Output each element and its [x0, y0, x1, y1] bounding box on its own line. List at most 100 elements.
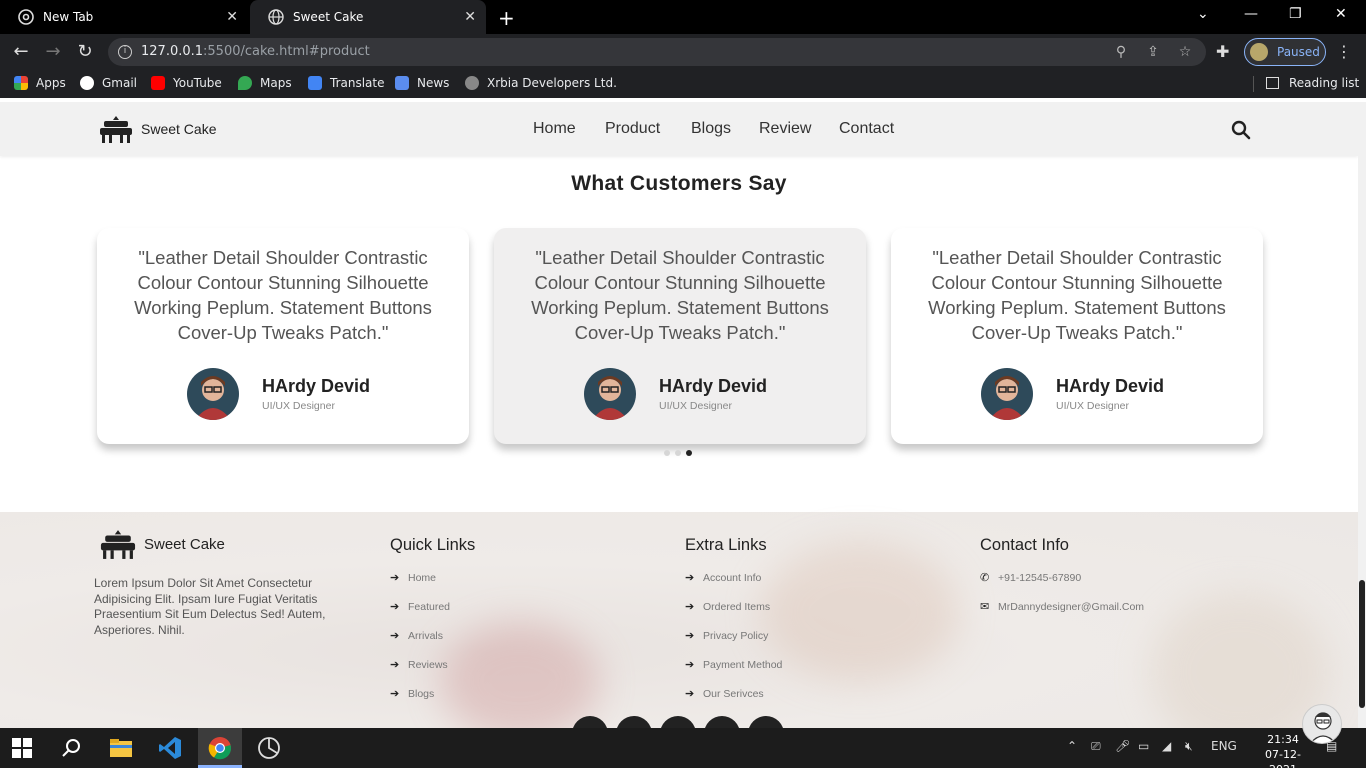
globe-icon — [465, 76, 479, 90]
footer-link-reviews[interactable]: ➔ Reviews — [390, 658, 448, 672]
webcam-overlay — [1302, 704, 1342, 744]
arrow-right-icon: ➔ — [685, 659, 695, 671]
minimize-button[interactable]: — — [1244, 6, 1258, 22]
system-clock[interactable]: 21:34 07-12-2021 — [1254, 732, 1312, 768]
file-explorer-icon[interactable] — [109, 736, 133, 760]
chrome-icon — [18, 9, 34, 25]
review-quote: "Leather Detail Shoulder Contrastic Colo… — [928, 247, 1226, 343]
footer-link-ordered-items[interactable]: ➔ Ordered Items — [685, 600, 771, 614]
bookmark-label: Apps — [36, 76, 66, 90]
wifi-icon[interactable]: ◢ — [1162, 739, 1171, 753]
footer-link-blogs[interactable]: ➔ Blogs — [390, 687, 434, 701]
nav-contact[interactable]: Contact — [839, 120, 894, 138]
reading-list-button[interactable]: Reading list — [1266, 76, 1359, 90]
cake-logo-icon — [100, 116, 132, 143]
bookmark-youtube[interactable]: YouTube — [151, 76, 222, 90]
search-icon[interactable] — [60, 736, 84, 760]
share-icon[interactable]: ⇪ — [1144, 43, 1162, 61]
instagram-icon[interactable] — [660, 716, 696, 728]
footer-link-payment-method[interactable]: ➔ Payment Method — [685, 658, 782, 672]
site-logo-text[interactable]: Sweet Cake — [141, 121, 216, 137]
scrollbar-thumb[interactable] — [1359, 580, 1365, 708]
translate-icon — [308, 76, 322, 90]
footer-link-account-info[interactable]: ➔ Account Info — [685, 571, 761, 585]
back-button[interactable]: ← — [10, 41, 32, 63]
info-icon[interactable]: i — [118, 45, 132, 59]
site-header: Sweet Cake Home Product Blogs Review Con… — [0, 102, 1358, 156]
extensions-icon[interactable]: ✚ — [1216, 42, 1229, 61]
envelope-icon: ✉ — [980, 601, 990, 613]
tab-sweet-cake[interactable]: Sweet Cake ✕ — [250, 0, 486, 34]
link-label: Ordered Items — [703, 600, 771, 613]
google-icon — [80, 76, 94, 90]
bookmark-maps[interactable]: Maps — [238, 76, 292, 90]
close-window-button[interactable]: ✕ — [1335, 6, 1347, 22]
carousel-dot[interactable] — [675, 450, 681, 456]
footer-link-arrivals[interactable]: ➔ Arrivals — [390, 629, 443, 643]
battery-icon[interactable]: ▭ — [1138, 739, 1149, 753]
tab-search-icon[interactable]: ⌄ — [1197, 6, 1209, 22]
menu-icon[interactable]: ⋮ — [1336, 42, 1352, 61]
bookmark-label: Xrbia Developers Ltd. — [487, 76, 617, 90]
arrow-right-icon: ➔ — [685, 688, 695, 700]
vscode-icon[interactable] — [158, 736, 182, 760]
forward-button[interactable]: → — [42, 41, 64, 63]
profile-button[interactable]: Paused — [1244, 38, 1326, 66]
microphone-icon[interactable]: 🎤︎ — [1115, 739, 1130, 753]
pinterest-icon[interactable] — [748, 716, 784, 728]
twitter-icon[interactable] — [616, 716, 652, 728]
language-indicator[interactable]: ENG — [1211, 739, 1237, 753]
footer-link-featured[interactable]: ➔ Featured — [390, 600, 450, 614]
divider — [1253, 76, 1254, 92]
tab-strip: New Tab ✕ Sweet Cake ✕ + ⌄ — ❐ ✕ — [0, 0, 1366, 34]
nav-review[interactable]: Review — [759, 120, 811, 138]
windows-start-icon[interactable] — [12, 738, 32, 758]
footer-link-our-services[interactable]: ➔ Our Serivces — [685, 687, 764, 701]
chrome-icon[interactable] — [208, 736, 232, 760]
footer-link-home[interactable]: ➔ Home — [390, 571, 436, 585]
nav-product[interactable]: Product — [605, 120, 660, 138]
avatar — [981, 368, 1033, 420]
tab-title: New Tab — [43, 10, 94, 24]
close-tab-icon[interactable]: ✕ — [464, 9, 476, 25]
arrow-right-icon: ➔ — [390, 688, 400, 700]
reviewer-role: UI/UX Designer — [659, 400, 732, 412]
meet-icon[interactable]: ⎚ — [1091, 739, 1101, 754]
apps-grid-icon — [14, 76, 28, 90]
carousel-dot-active[interactable] — [686, 450, 692, 456]
tab-new-tab[interactable]: New Tab ✕ — [0, 0, 248, 34]
arrow-right-icon: ➔ — [390, 630, 400, 642]
page-scrollbar[interactable] — [1358, 102, 1366, 728]
contact-email[interactable]: ✉ MrDannydesigner@Gmail.Com — [980, 600, 1144, 614]
new-tab-button[interactable]: + — [498, 6, 515, 30]
app-icon[interactable] — [257, 736, 281, 760]
chevron-up-icon[interactable]: ⌃ — [1067, 739, 1077, 753]
arrow-right-icon: ➔ — [685, 601, 695, 613]
nav-blogs[interactable]: Blogs — [691, 120, 731, 138]
bookmark-news[interactable]: News — [395, 76, 449, 90]
quick-links-heading: Quick Links — [390, 536, 476, 554]
bookmark-xrbia[interactable]: Xrbia Developers Ltd. — [465, 76, 617, 90]
reload-button[interactable]: ↻ — [74, 41, 96, 63]
footer-link-privacy-policy[interactable]: ➔ Privacy Policy — [685, 629, 768, 643]
arrow-right-icon: ➔ — [390, 659, 400, 671]
speaker-muted-icon[interactable]: 🔇︎ — [1185, 739, 1193, 754]
nav-home[interactable]: Home — [533, 120, 576, 138]
bookmark-translate[interactable]: Translate — [308, 76, 385, 90]
bookmark-gmail[interactable]: Gmail — [80, 76, 137, 90]
search-icon[interactable] — [1231, 120, 1251, 140]
zoom-icon[interactable]: ⚲ — [1112, 43, 1130, 61]
carousel-dot[interactable] — [664, 450, 670, 456]
close-tab-icon[interactable]: ✕ — [226, 9, 238, 25]
bookmark-star-icon[interactable]: ☆ — [1176, 43, 1194, 61]
contact-phone[interactable]: ✆ +91-12545-67890 — [980, 571, 1081, 585]
linkedin-icon[interactable] — [704, 716, 740, 728]
reading-list-label: Reading list — [1289, 76, 1360, 90]
restore-button[interactable]: ❐ — [1289, 6, 1302, 22]
footer-background — [440, 622, 600, 728]
bookmark-apps[interactable]: Apps — [14, 76, 66, 90]
address-bar[interactable]: i 127.0.0.1:5500/cake.html#product ⚲ ⇪ ☆ — [108, 38, 1206, 66]
reading-list-icon — [1266, 77, 1279, 89]
bookmark-label: Gmail — [102, 76, 138, 90]
clock-time: 21:34 — [1267, 733, 1299, 746]
